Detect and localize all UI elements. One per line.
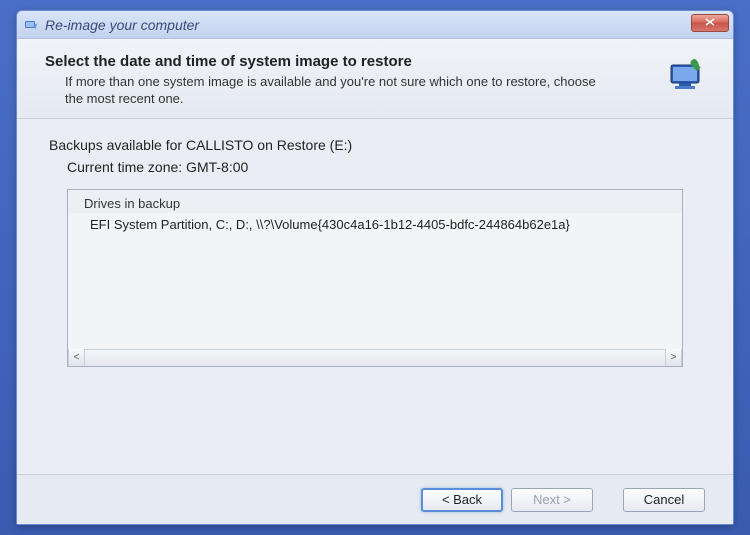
back-button[interactable]: < Back: [421, 488, 503, 512]
restore-monitor-icon: [661, 53, 709, 101]
backups-listbox[interactable]: Drives in backup EFI System Partition, C…: [67, 189, 683, 367]
header-text: Select the date and time of system image…: [45, 53, 651, 108]
horizontal-scrollbar[interactable]: < >: [68, 349, 682, 366]
page-heading: Select the date and time of system image…: [45, 53, 651, 70]
scroll-left-button[interactable]: <: [68, 349, 85, 366]
app-icon: [23, 17, 39, 33]
wizard-footer: < Back Next > Cancel: [17, 474, 733, 524]
wizard-window: Re-image your computer Select the date a…: [16, 10, 734, 525]
list-item[interactable]: EFI System Partition, C:, D:, \\?\Volume…: [68, 213, 682, 236]
close-icon: [705, 18, 715, 29]
scroll-right-button[interactable]: >: [665, 349, 682, 366]
next-button[interactable]: Next >: [511, 488, 593, 512]
window-title: Re-image your computer: [45, 17, 199, 33]
close-button[interactable]: [691, 14, 729, 32]
chevron-left-icon: <: [74, 352, 80, 363]
chevron-right-icon: >: [671, 352, 677, 363]
wizard-header: Select the date and time of system image…: [17, 39, 733, 119]
titlebar[interactable]: Re-image your computer: [17, 11, 733, 39]
timezone-label: Current time zone: GMT-8:00: [49, 159, 701, 175]
backups-available-label: Backups available for CALLISTO on Restor…: [49, 137, 701, 153]
wizard-body: Backups available for CALLISTO on Restor…: [17, 119, 733, 474]
page-subheading: If more than one system image is availab…: [45, 74, 605, 108]
content-area: Select the date and time of system image…: [17, 39, 733, 524]
cancel-button[interactable]: Cancel: [623, 488, 705, 512]
list-column-header: Drives in backup: [68, 190, 682, 213]
